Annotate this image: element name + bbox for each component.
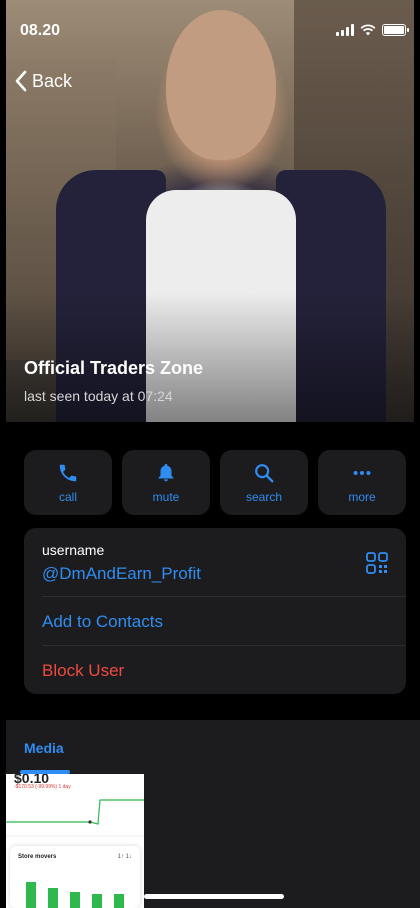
battery-icon — [382, 24, 409, 36]
status-icons — [336, 24, 409, 36]
search-label: search — [245, 489, 283, 504]
home-indicator[interactable] — [144, 894, 284, 899]
store-movers-card: Store movers 1↑ 1↓ — [10, 846, 140, 908]
profile-name: Official Traders Zone — [24, 358, 204, 378]
last-seen-status: last seen today at 07:24 — [24, 388, 173, 404]
cellular-signal-icon — [336, 24, 354, 36]
media-thumbnail[interactable]: $0.10 -$170.53 (-99.99%) 1 day Store mov… — [6, 774, 144, 908]
divider — [42, 645, 406, 646]
call-label: call — [58, 489, 77, 504]
username-value[interactable]: @DmAndEarn_Profit — [42, 564, 406, 584]
call-button[interactable]: call — [24, 450, 112, 515]
card-controls: 1↑ 1↓ — [117, 854, 132, 860]
profile-info-card: username @DmAndEarn_Profit Add to Contac… — [24, 528, 406, 694]
add-to-contacts-button[interactable]: Add to Contacts — [42, 612, 406, 632]
media-grid: $0.10 -$170.53 (-99.99%) 1 day Store mov… — [6, 774, 420, 908]
wifi-icon — [360, 24, 376, 36]
mute-button[interactable]: mute — [122, 450, 210, 515]
mute-label: mute — [152, 489, 180, 504]
search-icon — [253, 462, 275, 484]
tab-media[interactable]: Media — [24, 740, 64, 756]
back-button[interactable]: Back — [14, 70, 72, 92]
thumbnail-line-chart — [6, 799, 144, 837]
mover-bar — [114, 894, 124, 908]
chevron-left-icon — [15, 70, 27, 92]
mover-bar — [92, 894, 102, 908]
mover-bar — [48, 888, 58, 908]
search-button[interactable]: search — [220, 450, 308, 515]
phone-icon — [57, 462, 79, 484]
card-title: Store movers — [18, 854, 57, 860]
more-button[interactable]: more — [318, 450, 406, 515]
photo-face — [166, 10, 276, 160]
media-tab-bar: Media — [6, 720, 420, 774]
more-icon — [351, 462, 373, 484]
username-label: username — [42, 542, 105, 558]
mover-bar — [70, 892, 80, 908]
mover-bar — [26, 882, 36, 908]
qr-code-icon[interactable] — [366, 552, 388, 574]
more-label: more — [348, 489, 376, 504]
back-label: Back — [32, 70, 73, 91]
block-user-button[interactable]: Block User — [42, 661, 406, 681]
bell-icon — [155, 462, 177, 484]
action-buttons: call mute search more — [24, 450, 406, 515]
divider — [42, 596, 406, 597]
status-time: 08.20 — [20, 22, 61, 39]
